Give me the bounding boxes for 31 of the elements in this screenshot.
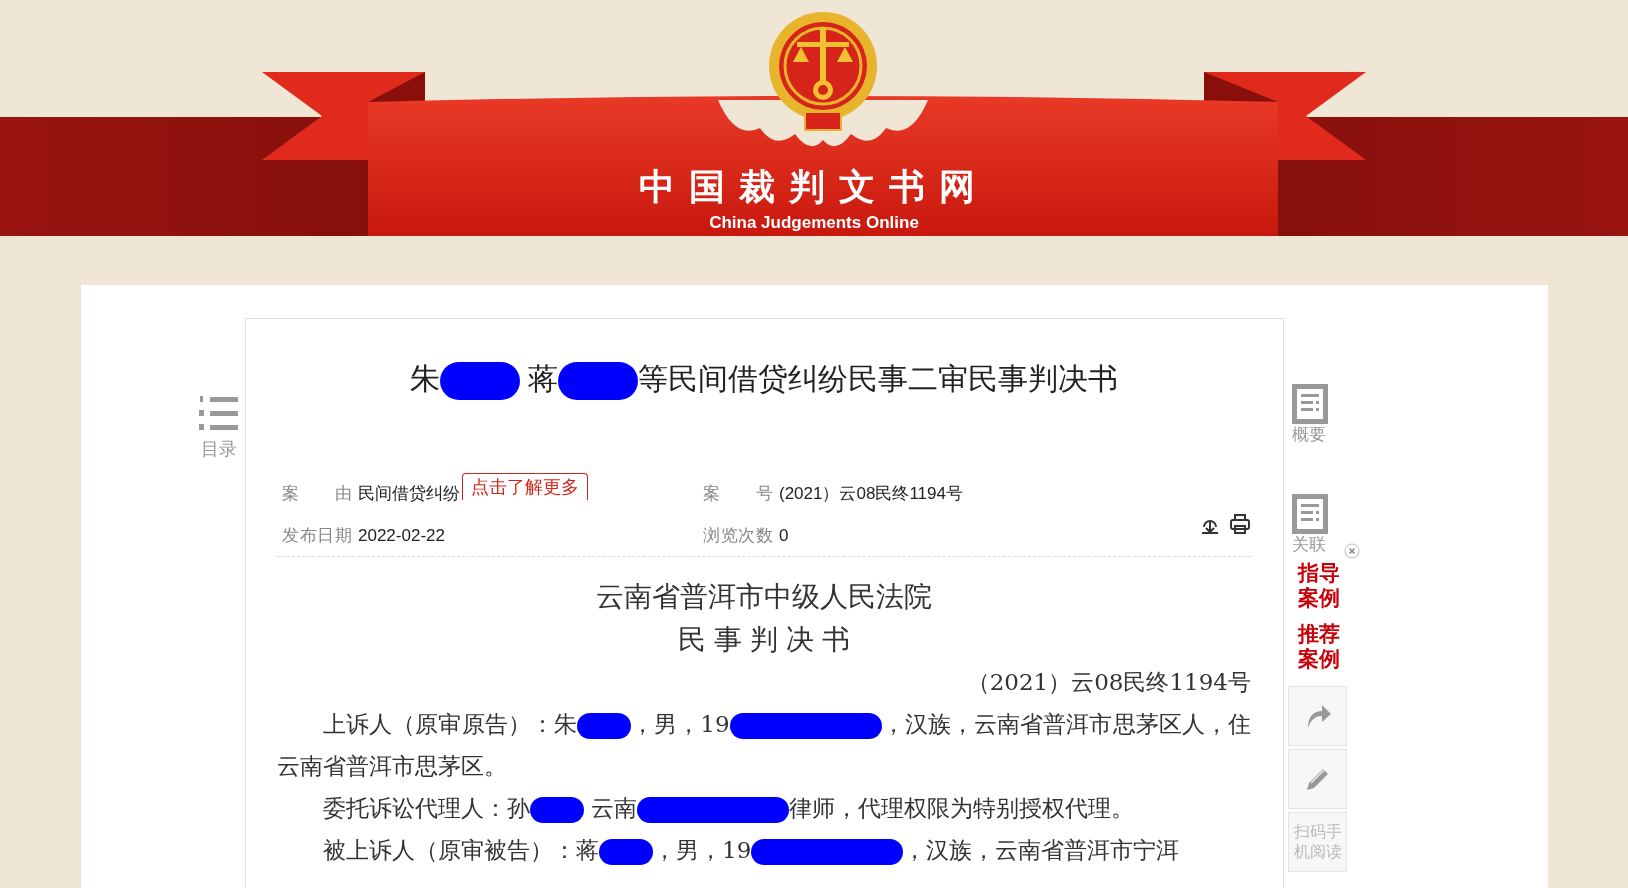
body-paragraph: 上诉人（原审原告）：朱 ，男，19 ，汉族，云南省普洱市思茅区人，住云南省普洱市思茅区。 (277, 710, 1251, 781)
recommended-cases-link[interactable]: 推荐案例 (1298, 621, 1340, 671)
case-number: （2021）云08民终1194号 (965, 668, 1251, 697)
share-button[interactable] (1288, 686, 1347, 746)
close-icon[interactable] (1344, 543, 1360, 559)
print-icon[interactable] (1229, 513, 1251, 535)
guiding-cases-link[interactable]: 指导案例 (1298, 560, 1340, 610)
field-value: 0 (779, 525, 789, 547)
edit-button[interactable] (1288, 749, 1347, 809)
field-value: 民间借贷纠纷 (358, 483, 460, 505)
court-name: 云南省普洱市中级人民法院 (595, 580, 933, 614)
related-tab[interactable]: 关联 (1292, 534, 1326, 556)
scan-to-read-button[interactable]: 扫码手机阅读 (1288, 812, 1347, 872)
numbered-list-icon (197, 395, 239, 433)
document-icon[interactable] (1292, 494, 1328, 534)
body-paragraph: 委托诉讼代理人：孙 云南 律师，代理权限为特别授权代理。 (322, 794, 1136, 825)
document-title: 朱 蒋 等民间借贷纠纷民事二审民事判决书 (277, 349, 1251, 409)
site-subtitle: China Judgements Online (708, 212, 920, 234)
field-value: 2022-02-22 (358, 525, 445, 547)
toc-label[interactable]: 目录 (201, 437, 237, 461)
field-label: 发布日期 (282, 525, 352, 547)
summary-tab[interactable]: 概要 (1292, 424, 1326, 446)
document-icon[interactable] (1292, 384, 1328, 424)
field-label: 案 由 (282, 483, 352, 505)
field-label: 案 号 (703, 483, 773, 505)
site-title: 中国裁判文书网 (638, 165, 990, 209)
field-label: 浏览次数 (703, 525, 773, 547)
document-type-heading: 民 事 判 决 书 (677, 623, 851, 657)
field-value: (2021）云08民终1194号 (779, 483, 963, 505)
learn-more-link[interactable]: 点击了解更多 (462, 473, 588, 500)
body-paragraph: 被上诉人（原审被告）：蒋 ，男，19 ，汉族，云南省普洱市宁洱 (322, 836, 1181, 867)
